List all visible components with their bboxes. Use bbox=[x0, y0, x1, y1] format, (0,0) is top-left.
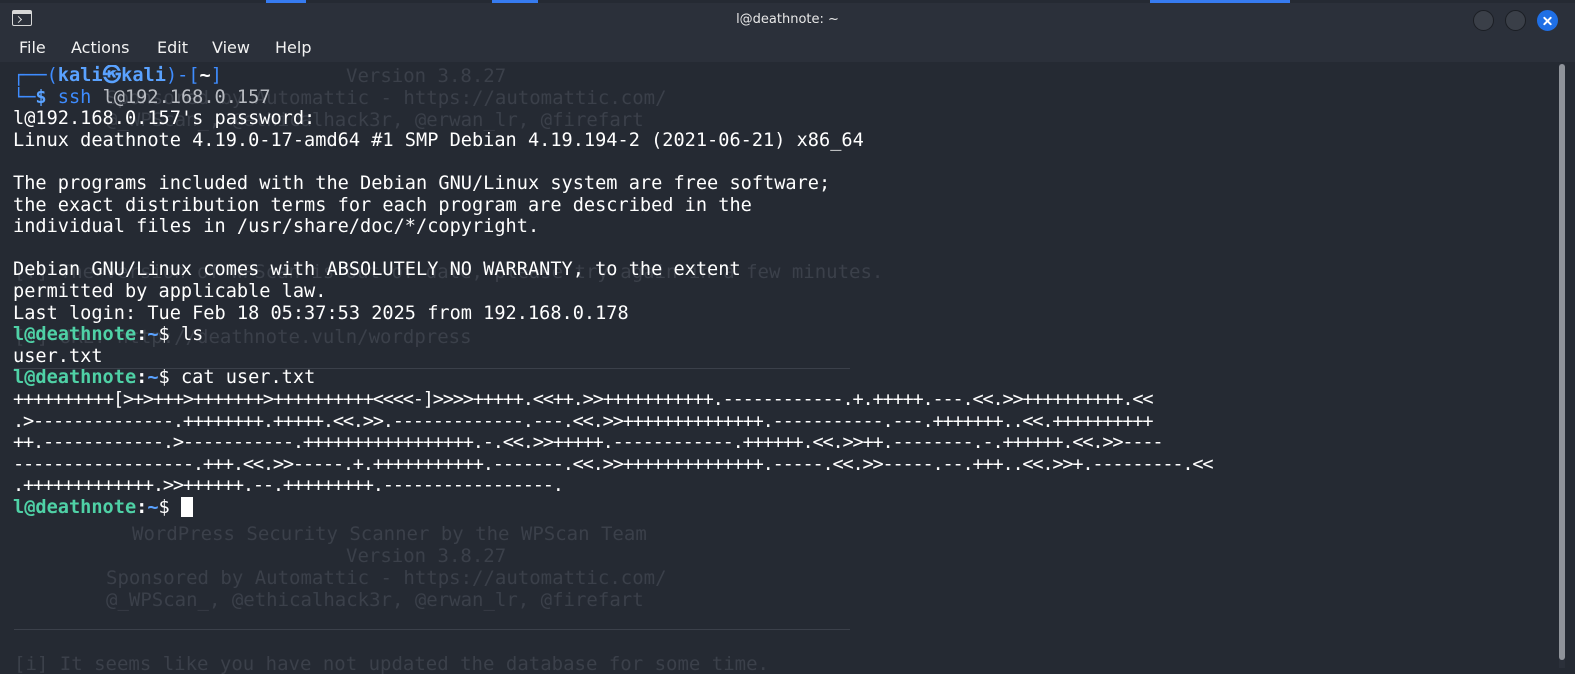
remote-prompt-cat: l@deathnote:~$ cat user.txt bbox=[13, 367, 316, 389]
remote-prompt-ls: l@deathnote:~$ ls bbox=[13, 324, 204, 346]
output-line: Debian GNU/Linux comes with ABSOLUTELY N… bbox=[13, 259, 741, 281]
title-bar[interactable]: l@deathnote: ~ bbox=[0, 3, 1575, 34]
brainfuck-line: .+++++++++++++.>>++++++.--.+++++++++.---… bbox=[13, 475, 564, 497]
kali-prompt-line-1: ┌──(kali㉿kali)-[~] bbox=[13, 65, 222, 86]
minimize-button[interactable] bbox=[1473, 10, 1494, 31]
terminal-output[interactable]: ┌──(kali㉿kali)-[~] └─$ ssh l@192.168.0.1… bbox=[13, 65, 1538, 518]
output-line: the exact distribution terms for each pr… bbox=[13, 194, 752, 216]
prompt-dir: ~ bbox=[199, 65, 211, 86]
brainfuck-line: .>--------------.++++++++.+++++.<<.>>.--… bbox=[13, 410, 1154, 432]
output-line: The programs included with the Debian GN… bbox=[13, 172, 831, 194]
ls-output: user.txt bbox=[13, 345, 103, 367]
terminal-window: l@deathnote: ~ File Actions Edit View He… bbox=[0, 0, 1575, 674]
kali-prompt-line-2: └─$ ssh l@192.168.0.157 bbox=[13, 86, 271, 108]
command-ls: ls bbox=[180, 324, 204, 346]
prompt-at-symbol: ㉿ bbox=[102, 65, 122, 86]
ghost-version-bottom: Version 3.8.27 bbox=[346, 545, 507, 567]
prompt-dollar: $ bbox=[35, 86, 47, 108]
menu-file[interactable]: File bbox=[19, 38, 46, 57]
close-button[interactable] bbox=[1537, 10, 1558, 31]
menu-help[interactable]: Help bbox=[275, 38, 311, 57]
prompt-user: kali bbox=[57, 65, 103, 86]
brainfuck-line: ++.------------.>-----------.+++++++++++… bbox=[13, 432, 1164, 454]
ghost-update-line: [i] It seems like you have not updated t… bbox=[14, 653, 769, 674]
output-line: Last login: Tue Feb 18 05:37:53 2025 fro… bbox=[13, 302, 629, 324]
maximize-button[interactable] bbox=[1505, 10, 1526, 31]
text-cursor[interactable] bbox=[180, 496, 193, 517]
output-line: Linux deathnote 4.19.0-17-amd64 #1 SMP D… bbox=[13, 129, 864, 151]
remote-prompt-active: l@deathnote:~$ bbox=[13, 496, 1538, 519]
prompt-host: kali bbox=[121, 65, 166, 86]
brainfuck-line: ------------------.+++.<<.>>-----.+.++++… bbox=[13, 453, 1214, 475]
ghost-rule-bottom bbox=[14, 629, 850, 630]
menu-view[interactable]: View bbox=[212, 38, 250, 57]
output-line: l@192.168.0.157's password: bbox=[13, 108, 316, 130]
brainfuck-line: ++++++++++[>+>+++>+++++++>++++++++++<<<<… bbox=[13, 388, 1154, 410]
command-name: ssh bbox=[57, 86, 92, 108]
output-line: individual files in /usr/share/doc/*/cop… bbox=[13, 216, 540, 238]
command-arg: l@192.168.0.157 bbox=[102, 86, 271, 108]
menu-bar: File Actions Edit View Help bbox=[0, 34, 1575, 62]
ghost-sponsor-bottom: Sponsored by Automattic - https://automa… bbox=[106, 567, 667, 589]
window-title: l@deathnote: ~ bbox=[736, 12, 839, 27]
ghost-scanner: WordPress Security Scanner by the WPScan… bbox=[132, 523, 647, 545]
output-line: permitted by applicable law. bbox=[13, 280, 327, 302]
command-cat: cat user.txt bbox=[180, 367, 316, 389]
ghost-credits-bottom: @_WPScan_, @ethicalhack3r, @erwan_lr, @f… bbox=[106, 589, 644, 611]
scrollbar-thumb[interactable] bbox=[1559, 64, 1565, 660]
menu-edit[interactable]: Edit bbox=[157, 38, 188, 57]
menu-actions[interactable]: Actions bbox=[71, 38, 129, 57]
scrollbar[interactable] bbox=[1559, 64, 1565, 668]
